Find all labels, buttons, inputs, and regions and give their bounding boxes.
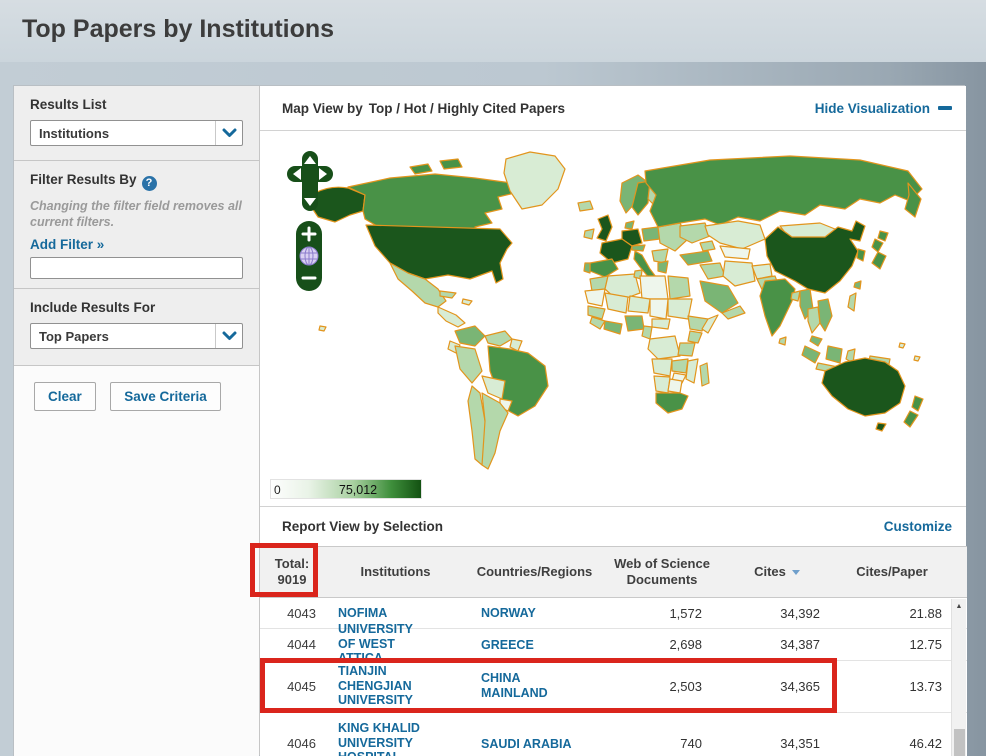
cites-cell: 34,392	[722, 606, 832, 621]
documents-cell: 2,698	[602, 637, 722, 652]
map-pan-control[interactable]	[287, 151, 333, 211]
continent-south-america[interactable]	[448, 326, 548, 469]
continent-africa[interactable]	[585, 270, 718, 413]
main-panel: Map View by Top / Hot / Highly Cited Pape…	[259, 86, 966, 755]
results-list-value: Institutions	[31, 126, 109, 141]
rank-cell: 4045	[260, 679, 324, 694]
institution-link[interactable]: UNIVERSITY OF WEST ATTICA	[338, 622, 430, 665]
map-area: 0 75,012	[260, 131, 966, 506]
country-link[interactable]: GREECE	[481, 638, 534, 652]
legend-min-value: 0	[274, 483, 281, 497]
save-criteria-button[interactable]: Save Criteria	[110, 382, 221, 411]
include-results-value: Top Papers	[31, 329, 109, 344]
country-link[interactable]: CHINA MAINLAND	[481, 671, 576, 700]
add-filter-link[interactable]: Add Filter »	[30, 237, 104, 252]
page-header: Top Papers by Institutions	[0, 0, 986, 62]
cites-cell: 34,365	[722, 679, 832, 694]
documents-cell: 1,572	[602, 606, 722, 621]
cites-cell: 34,351	[722, 736, 832, 751]
filter-note: Changing the filter field removes all cu…	[30, 199, 243, 230]
results-table: Total: 9019 Institutions Countries/Regio…	[260, 546, 967, 756]
results-list-dropdown[interactable]: Institutions	[30, 120, 243, 146]
chevron-down-icon[interactable]	[215, 121, 242, 145]
country-link[interactable]: NORWAY	[481, 606, 536, 620]
world-map-visualization[interactable]	[260, 131, 966, 506]
column-header-countries[interactable]: Countries/Regions	[467, 564, 602, 580]
institution-link[interactable]: KING KHALID UNIVERSITY HOSPITAL	[338, 721, 430, 756]
map-view-label: Map View by	[282, 101, 363, 116]
sidebar: Results List Institutions Filter Results…	[14, 86, 259, 755]
sort-arrow-icon	[792, 570, 800, 575]
map-zoom-control[interactable]	[296, 221, 322, 291]
sidebar-actions: Clear Save Criteria	[14, 366, 259, 756]
institution-link[interactable]: TIANJIN CHENGJIAN UNIVERSITY	[338, 664, 430, 707]
table-row-highlighted[interactable]: 4045 TIANJIN CHENGJIAN UNIVERSITY CHINA …	[260, 661, 967, 713]
cites-per-paper-cell: 21.88	[832, 606, 952, 621]
filter-input[interactable]	[30, 257, 243, 279]
total-value: 9019	[260, 572, 324, 588]
results-list-label: Results List	[30, 97, 243, 112]
hide-visualization-link[interactable]: Hide Visualization	[815, 101, 952, 116]
report-view-title: Report View by Selection	[282, 519, 443, 534]
table-row[interactable]: 4044 UNIVERSITY OF WEST ATTICA GREECE 2,…	[260, 629, 967, 661]
cites-per-paper-cell: 13.73	[832, 679, 952, 694]
continent-north-america[interactable]	[310, 152, 593, 327]
cites-per-paper-cell: 12.75	[832, 637, 952, 652]
results-list-section: Results List Institutions	[14, 86, 259, 161]
column-header-cites-per-paper[interactable]: Cites/Paper	[832, 564, 952, 580]
map-view-header: Map View by Top / Hot / Highly Cited Pape…	[260, 86, 966, 131]
scroll-up-arrow-icon[interactable]: ▲	[952, 599, 966, 614]
continent-oceania[interactable]	[319, 326, 923, 431]
report-view-header: Report View by Selection Customize	[260, 506, 966, 546]
total-header: Total: 9019	[260, 556, 324, 589]
documents-cell: 2,503	[602, 679, 722, 694]
rank-cell: 4046	[260, 736, 324, 751]
include-results-label: Include Results For	[30, 300, 243, 315]
scrollbar-thumb[interactable]	[954, 729, 965, 756]
country-link[interactable]: SAUDI ARABIA	[481, 737, 572, 751]
content-panel: Results List Institutions Filter Results…	[13, 85, 965, 756]
cites-cell: 34,387	[722, 637, 832, 652]
total-label: Total:	[260, 556, 324, 572]
map-color-legend: 0 75,012	[270, 479, 422, 499]
column-header-institutions[interactable]: Institutions	[324, 564, 467, 580]
legend-max-value: 75,012	[339, 483, 377, 497]
minus-icon	[938, 106, 952, 110]
chevron-down-icon[interactable]	[215, 324, 242, 348]
documents-cell: 740	[602, 736, 722, 751]
cites-per-paper-cell: 46.42	[832, 736, 952, 751]
globe-icon[interactable]	[300, 247, 318, 265]
include-results-section: Include Results For Top Papers	[14, 289, 259, 366]
table-header-row: Total: 9019 Institutions Countries/Regio…	[260, 546, 967, 598]
help-icon[interactable]: ?	[142, 176, 157, 191]
rank-cell: 4044	[260, 637, 324, 652]
clear-button[interactable]: Clear	[34, 382, 96, 411]
institution-link[interactable]: NOFIMA	[338, 606, 387, 620]
include-results-dropdown[interactable]: Top Papers	[30, 323, 243, 349]
filter-section: Filter Results By? Changing the filter f…	[14, 161, 259, 289]
column-header-documents[interactable]: Web of Science Documents	[602, 556, 722, 589]
customize-link[interactable]: Customize	[884, 519, 952, 534]
map-view-metric: Top / Hot / Highly Cited Papers	[369, 101, 565, 116]
table-scrollbar[interactable]: ▲	[951, 599, 966, 756]
filter-label: Filter Results By	[30, 172, 137, 187]
continent-asia[interactable]	[645, 156, 922, 373]
page-title: Top Papers by Institutions	[0, 0, 986, 44]
rank-cell: 4043	[260, 606, 324, 621]
column-header-cites[interactable]: Cites	[722, 564, 832, 580]
table-row[interactable]: 4046 KING KHALID UNIVERSITY HOSPITAL SAU…	[260, 713, 967, 756]
